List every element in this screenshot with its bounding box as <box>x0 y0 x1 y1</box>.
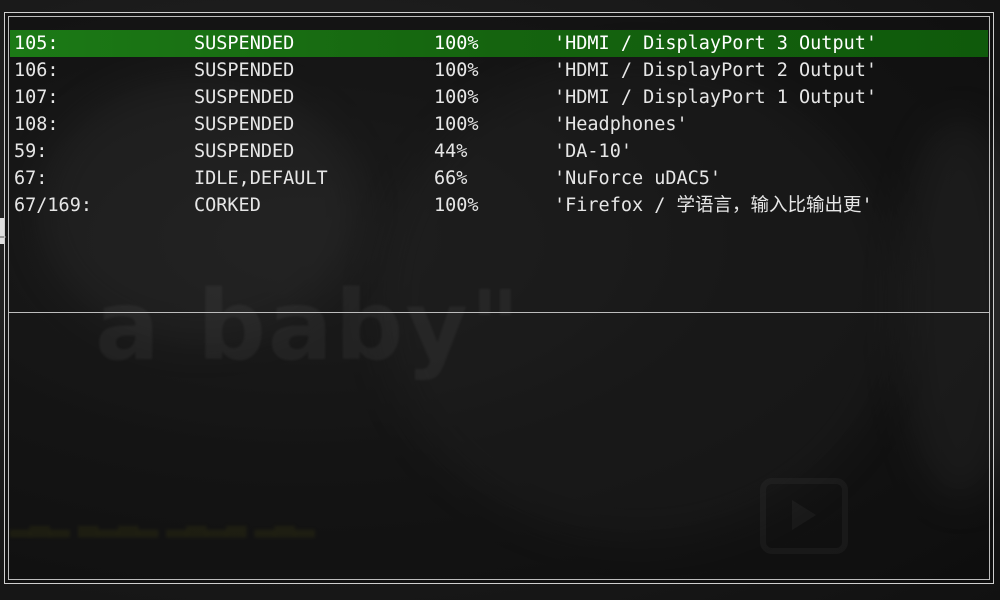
stream-id: 67/169: <box>14 195 92 216</box>
stream-name: 'HDMI / DisplayPort 1 Output' <box>554 87 878 108</box>
stream-state: SUSPENDED <box>194 87 295 108</box>
stream-volume: 100% <box>434 60 479 81</box>
stream-state: SUSPENDED <box>194 33 295 54</box>
stream-id: 108: <box>14 114 59 135</box>
stream-volume: 44% <box>434 141 468 162</box>
stream-volume: 100% <box>434 87 479 108</box>
stream-id: 106: <box>14 60 59 81</box>
stream-id: 59: <box>14 141 48 162</box>
stream-name: 'HDMI / DisplayPort 2 Output' <box>554 60 878 81</box>
desktop-screen: a baby" ▂▃▂ ▃▂▃▂ ▂▃▂▃ ▂▃▂ 105: SUSPENDED… <box>0 0 1000 600</box>
stream-name: 'Headphones' <box>554 114 688 135</box>
stream-id: 107: <box>14 87 59 108</box>
stream-row[interactable]: 106: SUSPENDED 100% 'HDMI / DisplayPort … <box>10 57 988 84</box>
stream-state: CORKED <box>194 195 261 216</box>
stream-state: SUSPENDED <box>194 60 295 81</box>
stream-name: 'NuForce uDAC5' <box>554 168 722 189</box>
stream-row[interactable]: 67: IDLE,DEFAULT 66% 'NuForce uDAC5' <box>10 165 988 192</box>
stream-row-selected[interactable]: 105: SUSPENDED 100% 'HDMI / DisplayPort … <box>10 30 988 57</box>
stream-row[interactable]: 107: SUSPENDED 100% 'HDMI / DisplayPort … <box>10 84 988 111</box>
stream-row[interactable]: 67/169: CORKED 100% 'Firefox / 学语言，输入比输出… <box>10 192 988 219</box>
audio-stream-list: 105: SUSPENDED 100% 'HDMI / DisplayPort … <box>10 30 988 219</box>
stream-row[interactable]: 59: SUSPENDED 44% 'DA-10' <box>10 138 988 165</box>
stream-volume: 100% <box>434 33 479 54</box>
stream-id: 105: <box>14 33 59 54</box>
stream-name: 'Firefox / 学语言，输入比输出更' <box>554 195 873 216</box>
stream-volume: 100% <box>434 195 479 216</box>
stream-volume: 66% <box>434 168 468 189</box>
stream-volume: 100% <box>434 114 479 135</box>
stream-state: SUSPENDED <box>194 114 295 135</box>
stream-row[interactable]: 108: SUSPENDED 100% 'Headphones' <box>10 111 988 138</box>
stream-name: 'HDMI / DisplayPort 3 Output' <box>554 33 878 54</box>
stream-state: IDLE,DEFAULT <box>194 168 328 189</box>
stream-state: SUSPENDED <box>194 141 295 162</box>
stream-name: 'DA-10' <box>554 141 632 162</box>
stream-id: 67: <box>14 168 48 189</box>
pane-divider <box>8 312 990 313</box>
